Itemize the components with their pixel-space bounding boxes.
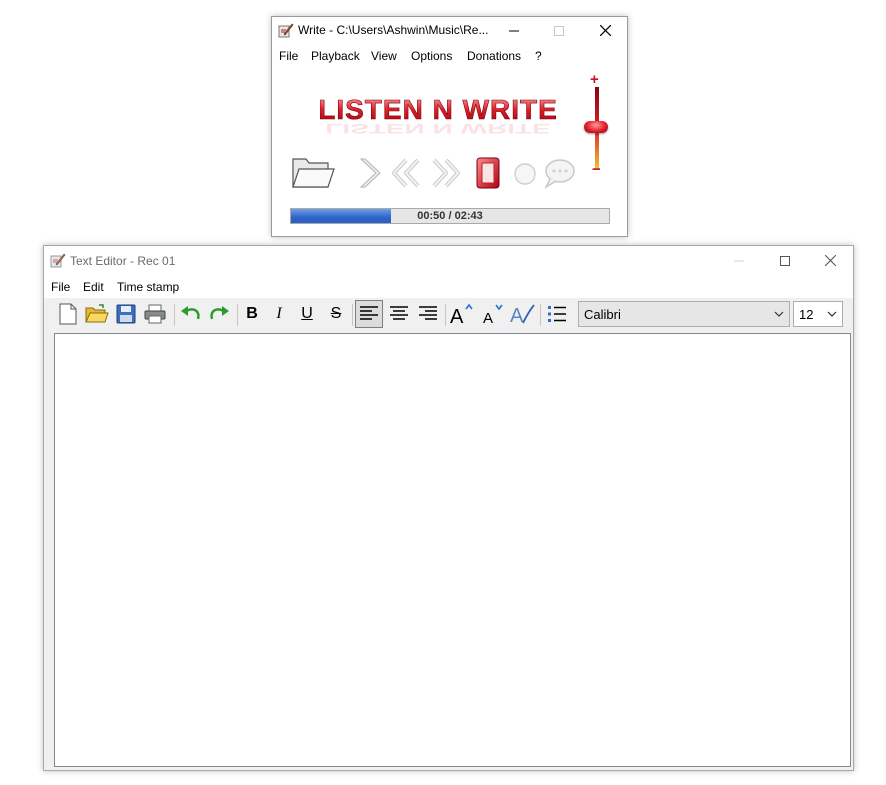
menu-view[interactable]: View — [371, 49, 397, 63]
listen-n-write-logo: LISTEN N WRITE LISTEN N WRITE — [320, 94, 556, 137]
menu-edit[interactable]: Edit — [83, 280, 104, 294]
svg-text:LISTEN N WRITE: LISTEN N WRITE — [320, 94, 556, 125]
volume-slider-handle[interactable] — [584, 121, 608, 133]
playback-time: 00:50 / 02:43 — [417, 210, 483, 222]
strikethrough-icon: S — [330, 305, 342, 322]
save-icon — [116, 304, 136, 324]
maximize-icon — [780, 256, 790, 266]
volume-minus-icon: − — [592, 161, 601, 178]
font-style-icon: A — [510, 304, 535, 325]
close-button[interactable] — [807, 246, 853, 276]
toolbar-separator — [237, 304, 238, 326]
toolbar-separator — [445, 304, 446, 326]
bold-button[interactable]: B — [239, 302, 265, 326]
align-right-icon — [419, 306, 437, 320]
app-icon — [278, 23, 294, 38]
grow-font-icon: A — [450, 303, 473, 325]
editor-titlebar: Text Editor - Rec 01 — [44, 246, 853, 276]
shrink-font-button[interactable]: A — [479, 302, 505, 326]
maximize-button[interactable] — [762, 246, 808, 276]
editor-window: Text Editor - Rec 01 File Edit Time stam… — [43, 245, 854, 771]
circle-icon[interactable] — [513, 162, 537, 186]
minimize-icon — [734, 260, 744, 262]
chevron-down-icon — [827, 311, 837, 317]
font-size-value: 12 — [799, 307, 814, 322]
rewind-icon[interactable] — [388, 157, 424, 189]
print-button[interactable] — [142, 302, 168, 326]
play-icon[interactable] — [356, 155, 382, 191]
shrink-font-icon: A — [483, 304, 503, 325]
menu-file[interactable]: File — [51, 280, 70, 294]
align-left-button[interactable] — [355, 300, 383, 328]
font-style-button[interactable]: A — [509, 302, 535, 326]
close-button[interactable] — [582, 17, 628, 45]
menu-donations[interactable]: Donations — [467, 49, 521, 63]
toolbar-separator — [174, 304, 175, 326]
bold-icon: B — [246, 305, 258, 322]
menu-playback[interactable]: Playback — [311, 49, 360, 63]
strikethrough-button[interactable]: S — [323, 302, 349, 326]
grow-font-button[interactable]: A — [448, 302, 474, 326]
italic-button[interactable]: I — [266, 302, 292, 326]
player-titlebar: Write - C:\Users\Ashwin\Music\Re... — [272, 17, 627, 45]
bullet-list-button[interactable] — [544, 302, 570, 326]
record-icon[interactable] — [474, 155, 502, 191]
font-family-select[interactable]: Calibri — [578, 301, 790, 327]
player-window: Write - C:\Users\Ashwin\Music\Re... File… — [271, 16, 628, 237]
undo-button[interactable] — [178, 302, 204, 326]
new-document-icon — [59, 303, 77, 325]
font-size-select[interactable]: 12 — [793, 301, 843, 327]
toolbar-separator — [540, 304, 541, 326]
undo-icon — [181, 306, 200, 320]
save-button[interactable] — [113, 302, 139, 326]
print-icon — [144, 304, 166, 324]
redo-icon — [210, 306, 229, 320]
redo-button[interactable] — [206, 302, 232, 326]
underline-button[interactable]: U — [294, 302, 320, 326]
italic-icon: I — [276, 305, 282, 322]
align-left-icon — [360, 306, 378, 320]
align-center-button[interactable] — [386, 302, 412, 326]
open-file-button[interactable] — [84, 302, 110, 326]
svg-text:LISTEN N WRITE: LISTEN N WRITE — [325, 121, 550, 137]
fast-forward-icon[interactable] — [428, 157, 464, 189]
close-icon — [824, 254, 836, 267]
chevron-down-icon — [774, 311, 784, 317]
toolbar-separator — [352, 304, 353, 326]
speech-bubble-icon[interactable] — [542, 157, 576, 189]
menu-time-stamp[interactable]: Time stamp — [117, 280, 179, 294]
minimize-button[interactable] — [491, 17, 537, 45]
minimize-button[interactable] — [716, 246, 762, 276]
minimize-icon — [509, 30, 519, 32]
maximize-icon — [554, 26, 564, 36]
svg-text:A: A — [510, 305, 524, 325]
menu-file[interactable]: File — [279, 49, 298, 63]
svg-text:A: A — [450, 306, 464, 325]
player-menubar: File Playback View Options Donations ? — [272, 45, 627, 67]
window-title: Text Editor - Rec 01 — [70, 254, 176, 268]
bullet-list-icon — [548, 306, 566, 322]
maximize-button[interactable] — [536, 17, 582, 45]
menu-options[interactable]: Options — [411, 49, 452, 63]
close-icon — [599, 24, 611, 37]
align-center-icon — [390, 306, 408, 320]
playback-progress-bar[interactable]: 00:50 / 02:43 — [290, 208, 610, 224]
underline-icon: U — [301, 305, 313, 322]
new-document-button[interactable] — [55, 302, 81, 326]
align-right-button[interactable] — [415, 302, 441, 326]
menu-help[interactable]: ? — [535, 49, 542, 63]
open-folder-icon — [85, 304, 109, 323]
editor-menubar: File Edit Time stamp — [44, 276, 853, 298]
open-folder-icon[interactable] — [290, 151, 336, 193]
text-editing-area[interactable] — [54, 333, 851, 767]
window-title: Write - C:\Users\Ashwin\Music\Re... — [298, 23, 489, 37]
app-icon — [50, 253, 66, 268]
svg-text:A: A — [483, 310, 493, 325]
volume-plus-icon: + — [590, 71, 599, 88]
font-family-value: Calibri — [584, 307, 621, 322]
